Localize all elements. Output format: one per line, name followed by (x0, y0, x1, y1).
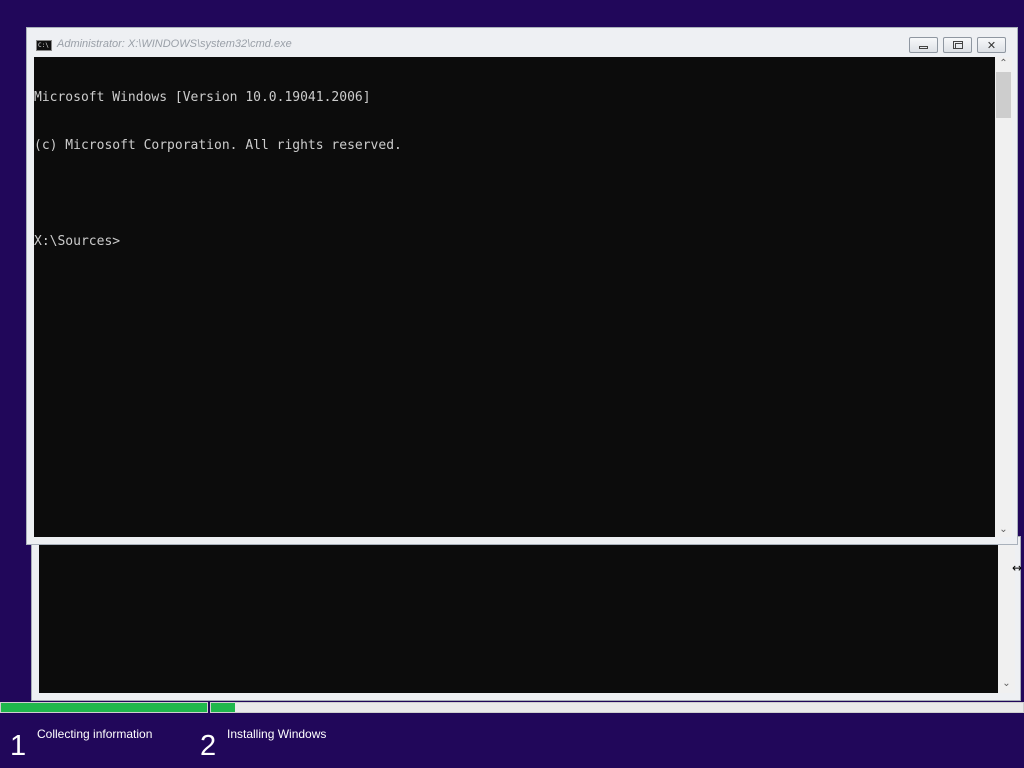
scroll-down-arrow-icon[interactable]: ⌄ (995, 523, 1012, 537)
scroll-down-arrow-icon[interactable]: ⌄ (998, 677, 1015, 691)
step-2-progress-track (210, 702, 1024, 713)
cmd-icon: C:\ (36, 40, 52, 51)
step-label: Installing Windows (227, 727, 327, 741)
step-number: 2 (200, 730, 217, 762)
scrollbar-thumb[interactable] (996, 72, 1011, 118)
step-label: Collecting information (37, 727, 153, 741)
step-2-progress-fill (211, 703, 236, 712)
background-console-area (39, 545, 998, 693)
console-prompt[interactable]: X:\Sources> (34, 234, 995, 250)
cmd-window[interactable]: C:\ Administrator: X:\WINDOWS\system32\c… (26, 27, 1018, 545)
restore-icon (952, 41, 963, 49)
console-line: (c) Microsoft Corporation. All rights re… (34, 138, 402, 153)
minimize-button[interactable] (909, 37, 938, 53)
setup-progress-bar (0, 701, 1024, 713)
console-output[interactable]: Microsoft Windows [Version 10.0.19041.20… (34, 57, 995, 537)
step-1-progress-track (0, 702, 208, 713)
close-button[interactable]: ✕ (977, 37, 1006, 53)
window-title: Administrator: X:\WINDOWS\system32\cmd.e… (57, 38, 292, 50)
scroll-up-arrow-icon[interactable]: ⌃ (995, 57, 1012, 71)
restore-button[interactable] (943, 37, 972, 53)
close-icon: ✕ (986, 38, 997, 52)
console-line: Microsoft Windows [Version 10.0.19041.20… (34, 90, 371, 105)
resize-cursor-icon: ↔ (1012, 561, 1023, 575)
title-bar[interactable]: C:\ Administrator: X:\WINDOWS\system32\c… (27, 28, 1017, 57)
step-1-progress-fill (1, 703, 207, 712)
minimize-icon (919, 46, 928, 49)
step-number: 1 (10, 730, 27, 762)
vertical-scrollbar[interactable]: ⌃ ⌄ (995, 57, 1012, 537)
background-console-window: ⌄ (31, 536, 1021, 701)
